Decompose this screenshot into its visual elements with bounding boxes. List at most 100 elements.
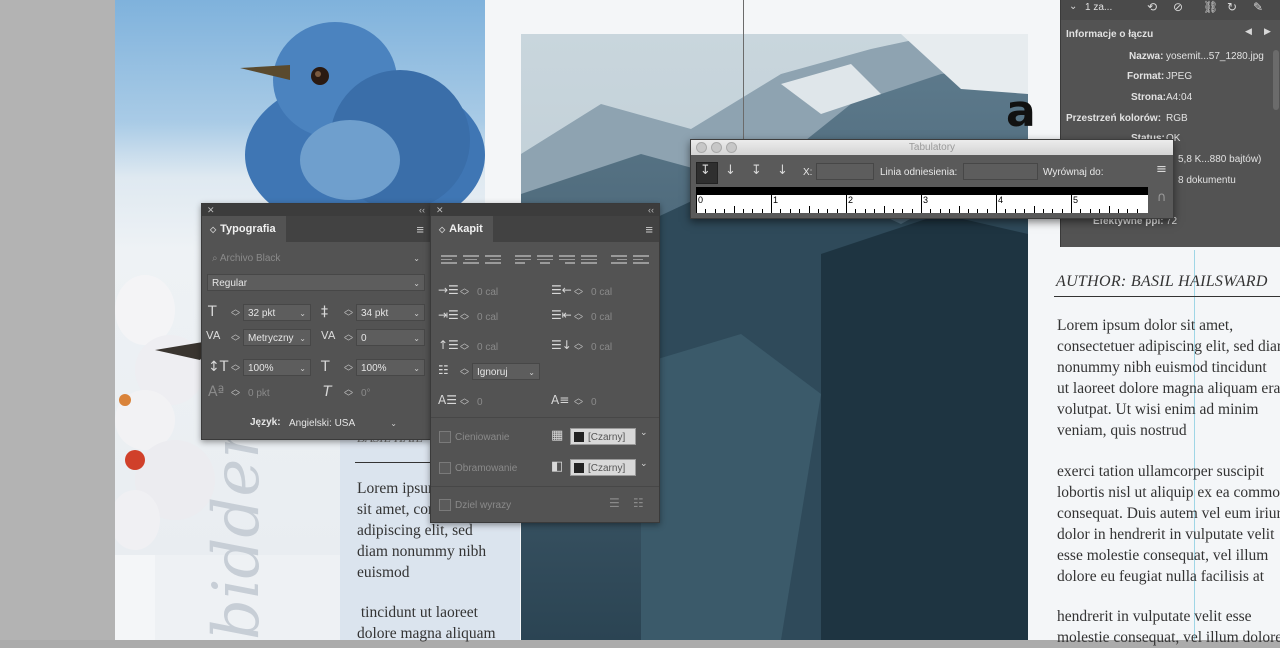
leader-input[interactable] [963,163,1038,180]
shading-color-select[interactable]: [Czarny] [570,428,636,445]
tab-paragraph[interactable]: ◇ Akapit [431,216,493,242]
close-icon[interactable]: ✕ [207,205,215,216]
first-indent-stepper[interactable]: ︿ ﹀ [460,309,469,326]
grid-stepper[interactable]: ︿ ﹀ [460,364,469,381]
ruler-tick [752,209,754,213]
align-right-icon[interactable] [485,253,501,265]
size-stepper[interactable]: ︿ ﹀ [231,305,240,322]
panel-menu-icon[interactable]: ≡ [639,216,659,242]
baseline-stepper[interactable]: ︿ ﹀ [231,385,240,402]
panel-header[interactable]: ✕ ‹‹ [202,204,430,216]
align-center-icon[interactable] [463,253,479,265]
author-byline[interactable]: AUTHOR: BASIL HAILSWARD [1056,273,1268,291]
display-letter[interactable]: a [1006,86,1036,137]
shading-checkbox[interactable] [439,431,451,443]
first-line-indent-input[interactable]: 0 cal [472,308,540,325]
scrollbar[interactable] [1273,50,1279,110]
bird-image[interactable] [240,10,485,210]
collapse-icon[interactable]: ‹‹ [419,205,425,215]
drop-chars-stepper[interactable]: ︿ ﹀ [574,394,583,411]
right-tab-arrow-icon[interactable]: ↧ [751,163,762,178]
vertical-scale-icon: ↕T [208,359,229,375]
font-family-select[interactable]: ⌕ Archivo Black ⌄ [207,249,425,266]
x-position-input[interactable] [816,163,874,180]
relink-icon[interactable]: ⟲ [1147,0,1157,14]
leading-stepper[interactable]: ︿ ﹀ [344,305,353,322]
drop-cap-lines-input[interactable]: 0 [472,393,540,410]
name-value: yosemit...57_1280.jpg [1166,51,1264,62]
vscale-stepper[interactable]: ︿ ﹀ [231,360,240,377]
right-indent-input[interactable]: 0 cal [586,283,654,300]
tracking-input[interactable]: 0 ⌄ [356,329,425,346]
space-before-stepper[interactable]: ︿ ﹀ [460,339,469,356]
vertical-scale-input[interactable]: 100% ⌄ [243,359,311,376]
magnet-icon[interactable]: ∩ [1157,190,1167,205]
justify-all-icon[interactable] [581,253,597,265]
border-swatch-icon[interactable]: ◧ [551,459,563,474]
tracking-stepper[interactable]: ︿ ﹀ [344,330,353,347]
leading-input[interactable]: 34 pkt ⌄ [356,304,425,321]
kerning-select[interactable]: Metryczny ⌄ [243,329,311,346]
align-toward-spine-icon[interactable] [611,253,627,265]
edit-pencil-icon[interactable]: ✎ [1253,0,1263,14]
shading-swatch-icon[interactable]: ▦ [551,428,563,443]
chevron-down-icon[interactable]: ⌄ [640,428,648,438]
center-tab-arrow-icon[interactable]: ↓ [725,163,736,178]
drop-lines-stepper[interactable]: ︿ ﹀ [460,394,469,411]
next-arrow-icon[interactable]: ▶ [1264,27,1271,37]
justify-left-icon[interactable] [515,253,531,265]
chevron-down-icon[interactable]: ⌄ [1069,1,1077,12]
column-body-text-2[interactable]: tincidunt ut laoreet dolore magna aliqua… [357,602,520,644]
space-after-stepper[interactable]: ︿ ﹀ [574,339,583,356]
hscale-stepper[interactable]: ︿ ﹀ [344,360,353,377]
drop-cap-chars-input[interactable]: 0 [586,393,654,410]
chevron-down-icon[interactable]: ⌄ [640,459,648,469]
skew-stepper[interactable]: ︿ ﹀ [344,385,353,402]
body-paragraph[interactable]: Lorem ipsum dolor sit amet, consectetuer… [1057,315,1280,441]
ruler-guide[interactable] [743,0,744,150]
panel-menu-icon[interactable]: ≡ [1156,162,1167,177]
language-select[interactable]: Angielski: USA ⌄ [284,414,402,431]
close-icon[interactable]: ✕ [436,205,444,216]
body-paragraph[interactable]: exerci tation ullamcorper suscipit lobor… [1057,461,1280,587]
ruler-tick [696,195,697,213]
chain-link-icon[interactable]: ⛓ [1203,0,1218,14]
border-color-select[interactable]: [Czarny] [570,459,636,476]
kerning-stepper[interactable]: ︿ ﹀ [231,330,240,347]
goto-link-icon[interactable]: ⊘ [1173,0,1183,14]
space-after-input[interactable]: 0 cal [586,338,654,355]
ruler-bar[interactable] [696,187,1148,195]
grid-align-select[interactable]: Ignoruj ⌄ [472,363,540,380]
align-grid-none-icon[interactable]: ☷ [633,496,644,510]
justify-center-icon[interactable] [537,253,553,265]
grid-align-value: Ignoruj [477,367,508,378]
collapse-icon[interactable]: ‹‹ [648,205,654,215]
decimal-tab-arrow-icon[interactable]: ↓ [777,163,788,178]
right-indent-stepper[interactable]: ︿ ﹀ [574,284,583,301]
align-left-icon[interactable] [441,253,457,265]
border-checkbox[interactable] [439,462,451,474]
panel-menu-icon[interactable]: ≡ [410,216,430,242]
align-to-grid-icon[interactable]: ☰ [609,496,620,510]
prev-arrow-icon[interactable]: ◀ [1245,27,1252,37]
body-paragraph[interactable]: hendrerit in vulputate velit esse molest… [1057,606,1280,648]
font-size-input[interactable]: 32 pkt ⌄ [243,304,311,321]
skew-input[interactable]: 0° [356,384,425,401]
last-line-indent-input[interactable]: 0 cal [586,308,654,325]
justify-right-icon[interactable] [559,253,575,265]
vertical-headline[interactable]: bidden [200,418,274,640]
left-indent-input[interactable]: 0 cal [472,283,540,300]
tab-ruler[interactable]: 0 1 2 3 4 5 [696,187,1148,213]
align-away-spine-icon[interactable] [633,253,649,265]
hyphenate-checkbox[interactable] [439,499,451,511]
space-before-input[interactable]: 0 cal [472,338,540,355]
tab-typography[interactable]: ◇ Typografia [202,216,286,242]
left-indent-stepper[interactable]: ︿ ﹀ [460,284,469,301]
tabs-title-bar[interactable]: Tabulatory [691,140,1173,155]
baseline-shift-input[interactable]: 0 pkt [243,384,311,401]
font-style-select[interactable]: Regular ⌄ [207,274,425,291]
horizontal-scale-input[interactable]: 100% ⌄ [356,359,425,376]
last-indent-stepper[interactable]: ︿ ﹀ [574,309,583,326]
update-icon[interactable]: ↻ [1227,0,1237,14]
panel-header[interactable]: ✕ ‹‹ [431,204,659,216]
